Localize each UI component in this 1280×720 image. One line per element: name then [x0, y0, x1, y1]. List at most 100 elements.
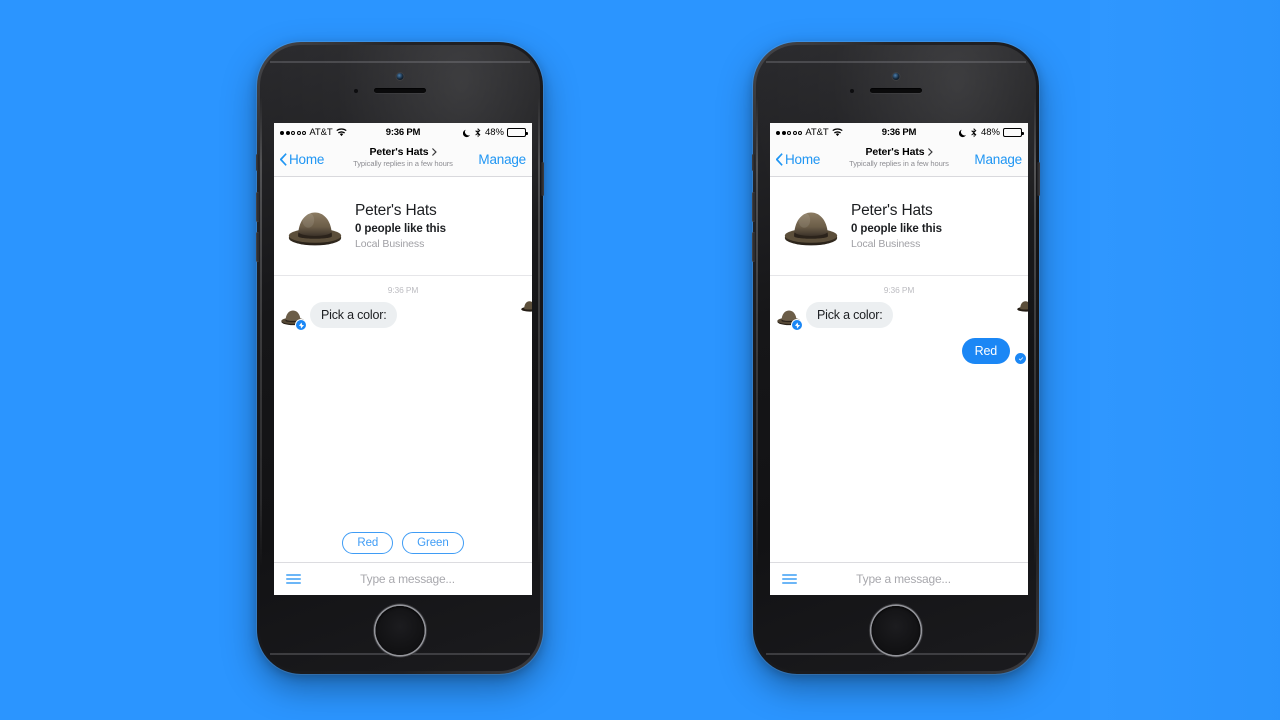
- signal-strength-icon: [280, 130, 307, 135]
- profile-category: Local Business: [851, 238, 921, 250]
- nav-bar: Home Peter's Hats Typically replies in a…: [770, 142, 1028, 177]
- phone-left: AT&T 9:36 PM 48% Home Peter's Hats Typic…: [256, 42, 544, 674]
- wifi-icon: [335, 128, 347, 137]
- bezel-highlight-left: [756, 97, 758, 567]
- chevron-left-icon: [280, 152, 287, 166]
- messenger-bolt-badge-icon: [295, 319, 307, 331]
- quick-reply-red[interactable]: Red: [342, 532, 394, 554]
- nav-subtitle: Typically replies in a few hours: [849, 159, 949, 168]
- mute-switch[interactable]: [752, 154, 755, 171]
- profile-name: Peter's Hats: [851, 202, 933, 219]
- profile-avatar: [784, 203, 838, 249]
- profile-info: Peter's Hats 0 people like this Local Bu…: [851, 202, 942, 250]
- edge-page-avatar: [1017, 298, 1028, 313]
- status-bar-left: AT&T: [776, 127, 843, 138]
- nav-title-row[interactable]: Peter's Hats: [369, 146, 437, 158]
- phone-right: AT&T 9:36 PM 48% Home Peter's Hats Typic…: [752, 42, 1040, 674]
- quick-reply-green[interactable]: Green: [402, 532, 464, 554]
- message-row-outgoing: Red: [770, 338, 1028, 364]
- edge-page-avatar: [521, 298, 532, 313]
- profile-info: Peter's Hats 0 people like this Local Bu…: [355, 202, 446, 250]
- back-button[interactable]: Home: [280, 152, 324, 167]
- thread-timestamp: 9:36 PM: [387, 285, 419, 295]
- volume-down-button[interactable]: [256, 232, 259, 262]
- phone-screen: AT&T 9:36 PM 48% Home Peter's Hats Typic…: [770, 123, 1028, 595]
- earpiece-speaker: [374, 88, 426, 93]
- chevron-right-icon: [927, 148, 933, 156]
- front-camera-icon: [892, 73, 900, 80]
- bowler-hat-icon: [521, 301, 532, 312]
- message-thread: 9:36 PM: [274, 276, 532, 562]
- bowler-hat-icon: [784, 212, 838, 246]
- wifi-icon: [831, 128, 843, 137]
- earpiece-speaker: [870, 88, 922, 93]
- manage-button[interactable]: Manage: [478, 152, 526, 167]
- message-row-incoming: Pick a color:: [274, 302, 532, 331]
- hamburger-menu-icon[interactable]: [286, 573, 301, 585]
- incoming-message-bubble: Pick a color:: [806, 302, 894, 328]
- phone-stage: AT&T 9:36 PM 48% Home Peter's Hats Typic…: [0, 0, 1280, 720]
- bezel-highlight-left: [260, 97, 262, 567]
- bowler-hat-icon: [1017, 301, 1028, 312]
- incoming-message-bubble: Pick a color:: [310, 302, 398, 328]
- back-button-label: Home: [289, 151, 325, 167]
- back-button-label: Home: [785, 151, 821, 167]
- volume-down-button[interactable]: [752, 232, 755, 262]
- mute-switch[interactable]: [256, 154, 259, 171]
- battery-percent-label: 48%: [980, 127, 1000, 138]
- bowler-hat-icon: [288, 212, 342, 246]
- home-button[interactable]: [375, 606, 425, 655]
- power-button[interactable]: [1037, 162, 1040, 196]
- bluetooth-icon: [971, 127, 977, 137]
- volume-up-button[interactable]: [752, 192, 755, 222]
- message-composer: Type a message...: [770, 562, 1028, 595]
- carrier-label: AT&T: [309, 127, 333, 138]
- chevron-right-icon: [431, 148, 437, 156]
- profile-header[interactable]: Peter's Hats 0 people like this Local Bu…: [770, 177, 1028, 276]
- power-button[interactable]: [541, 162, 544, 196]
- profile-likes: 0 people like this: [355, 223, 446, 235]
- profile-header[interactable]: Peter's Hats 0 people like this Local Bu…: [274, 177, 532, 276]
- thread-timestamp: 9:36 PM: [883, 285, 915, 295]
- back-button[interactable]: Home: [776, 152, 820, 167]
- bluetooth-icon: [475, 127, 481, 137]
- status-bar: AT&T 9:36 PM 48%: [770, 123, 1028, 142]
- status-bar-right: 48%: [462, 127, 528, 138]
- profile-name: Peter's Hats: [355, 202, 437, 219]
- read-receipt-check-icon: [1015, 353, 1026, 364]
- battery-icon: [507, 128, 528, 137]
- proximity-sensor-icon: [354, 89, 358, 93]
- volume-up-button[interactable]: [256, 192, 259, 222]
- front-camera-icon: [396, 73, 404, 80]
- manage-button[interactable]: Manage: [974, 152, 1022, 167]
- do-not-disturb-moon-icon: [958, 129, 966, 137]
- profile-likes: 0 people like this: [851, 223, 942, 235]
- bezel-highlight-right: [538, 97, 540, 567]
- status-bar: AT&T 9:36 PM 48%: [274, 123, 532, 142]
- carrier-label: AT&T: [805, 127, 829, 138]
- nav-title-row[interactable]: Peter's Hats: [865, 146, 933, 158]
- do-not-disturb-moon-icon: [462, 129, 470, 137]
- status-bar-left: AT&T: [280, 127, 347, 138]
- message-input[interactable]: Type a message...: [313, 572, 520, 586]
- signal-strength-icon: [776, 130, 803, 135]
- hamburger-menu-icon[interactable]: [782, 573, 797, 585]
- status-bar-right: 48%: [958, 127, 1024, 138]
- outgoing-message-bubble: Red: [961, 338, 1010, 364]
- nav-subtitle: Typically replies in a few hours: [353, 159, 453, 168]
- messenger-bolt-badge-icon: [791, 319, 803, 331]
- bezel-highlight-right: [1034, 97, 1036, 567]
- phone-body: AT&T 9:36 PM 48% Home Peter's Hats Typic…: [756, 45, 1036, 671]
- antenna-line-top: [766, 61, 1026, 63]
- nav-title: Peter's Hats: [865, 146, 925, 158]
- profile-category: Local Business: [355, 238, 425, 250]
- message-row-incoming: Pick a color:: [770, 302, 1028, 331]
- message-avatar: [281, 306, 307, 331]
- quick-reply-bar: Red Green: [274, 532, 532, 554]
- nav-title: Peter's Hats: [369, 146, 429, 158]
- message-input[interactable]: Type a message...: [809, 572, 1016, 586]
- nav-bar: Home Peter's Hats Typically replies in a…: [274, 142, 532, 177]
- battery-icon: [1003, 128, 1024, 137]
- phone-screen: AT&T 9:36 PM 48% Home Peter's Hats Typic…: [274, 123, 532, 595]
- home-button[interactable]: [871, 606, 921, 655]
